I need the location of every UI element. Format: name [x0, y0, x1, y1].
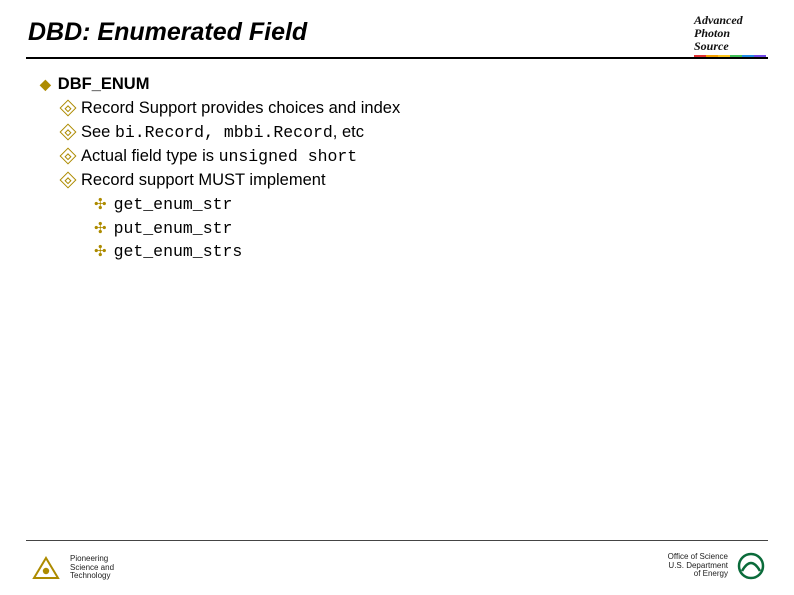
bullet-level1: ◆ DBF_ENUM — [40, 73, 766, 97]
aps-logo-line1: Advanced — [694, 14, 766, 27]
diamond-open-icon — [62, 174, 74, 186]
bullet-level3: ✣ put_enum_str — [94, 217, 766, 241]
footer-left: Pioneering Science and Technology — [32, 555, 114, 581]
bullet-level3: ✣ get_enum_str — [94, 193, 766, 217]
club-icon: ✣ — [94, 193, 107, 216]
bullet-text: Record support MUST implement — [81, 169, 326, 193]
aps-logo-line2: Photon — [694, 27, 766, 40]
club-icon: ✣ — [94, 217, 107, 240]
rainbow-stripe-icon — [694, 55, 766, 57]
bullet-text: DBF_ENUM — [58, 73, 150, 97]
bullet-level3: ✣ get_enum_strs — [94, 240, 766, 264]
bullet-text: put_enum_str — [114, 217, 233, 241]
footer-right: Office of Science U.S. Department of Ene… — [668, 551, 766, 581]
aps-logo-line3: Source — [694, 40, 766, 53]
aps-logo: Advanced Photon Source — [694, 14, 766, 57]
bullet-text: Record Support provides choices and inde… — [81, 97, 400, 121]
diamond-open-icon — [62, 150, 74, 162]
footer-rule — [26, 540, 768, 541]
bullet-level2: See bi.Record, mbbi.Record, etc — [62, 121, 766, 145]
bullet-text: See bi.Record, mbbi.Record, etc — [81, 121, 364, 145]
diamond-open-icon — [62, 102, 74, 114]
diamond-filled-icon: ◆ — [40, 73, 51, 95]
footer-right-text: Office of Science U.S. Department of Ene… — [668, 553, 728, 579]
bullet-level2: Record Support provides choices and inde… — [62, 97, 766, 121]
bullet-level2: Record support MUST implement — [62, 169, 766, 193]
doe-logo-icon — [736, 551, 766, 581]
bullet-text: get_enum_str — [114, 193, 233, 217]
slide-title: DBD: Enumerated Field — [28, 18, 766, 47]
bullet-text: get_enum_strs — [114, 240, 243, 264]
bullet-level2: Actual field type is unsigned short — [62, 145, 766, 169]
content-area: ◆ DBF_ENUM Record Support provides choic… — [0, 59, 794, 264]
bullet-text: Actual field type is unsigned short — [81, 145, 357, 169]
club-icon: ✣ — [94, 240, 107, 263]
footer-left-text: Pioneering Science and Technology — [70, 555, 114, 581]
diamond-open-icon — [62, 126, 74, 138]
argonne-logo-icon — [32, 556, 60, 580]
